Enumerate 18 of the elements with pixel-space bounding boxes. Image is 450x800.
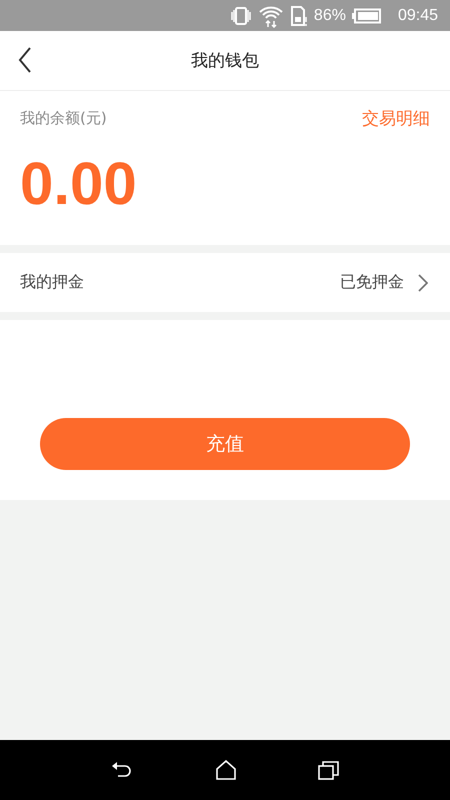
back-icon[interactable] <box>18 47 32 73</box>
recharge-button[interactable]: 充值 <box>40 418 410 470</box>
chevron-right-icon <box>418 274 428 292</box>
page-title: 我的钱包 <box>191 50 259 72</box>
deposit-row[interactable]: 我的押金 已免押金 <box>0 253 450 312</box>
balance-amount: 0.00 <box>20 154 138 214</box>
wifi-icon <box>258 4 284 28</box>
sim-card-icon <box>290 4 308 26</box>
vibrate-icon <box>230 6 252 26</box>
home-icon[interactable] <box>214 760 237 780</box>
transaction-details-link[interactable]: 交易明细 <box>362 107 430 130</box>
battery-icon <box>352 8 382 24</box>
balance-label: 我的余额(元) <box>20 109 107 128</box>
deposit-status: 已免押金 <box>340 272 404 293</box>
clock-time: 09:45 <box>398 6 438 24</box>
deposit-label: 我的押金 <box>20 272 85 293</box>
battery-percent: 86% <box>314 6 346 24</box>
recent-apps-icon[interactable] <box>318 760 340 780</box>
